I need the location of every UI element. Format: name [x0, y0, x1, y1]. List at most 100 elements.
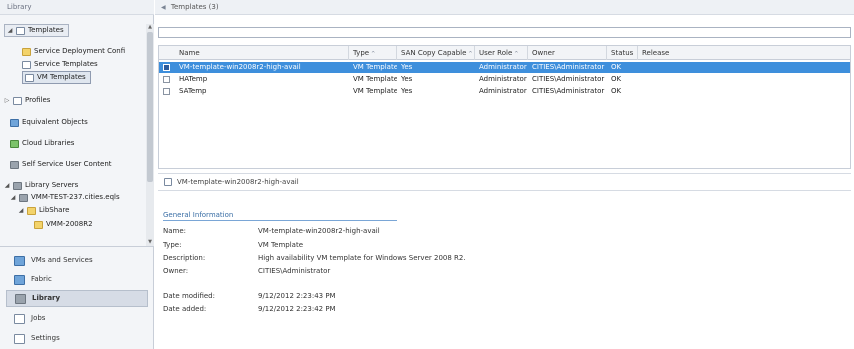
tree-item-label: VMM-TEST-237.cities.eqls	[31, 193, 120, 201]
sort-arrow-icon: ^	[514, 51, 519, 57]
library-servers-icon	[13, 181, 22, 190]
column-header-status[interactable]: Status	[607, 46, 638, 60]
scroll-down-icon[interactable]: ▼	[146, 239, 154, 246]
cell-name: SATemp	[179, 87, 207, 95]
vm-template-icon	[25, 73, 34, 82]
cell-release	[638, 86, 850, 97]
table-row[interactable]: SATemp VM Template Yes Administrator CIT…	[159, 86, 850, 97]
tree-item-label: Cloud Libraries	[22, 139, 75, 147]
value-name: VM-template-win2008r2-high-avail	[258, 227, 380, 235]
value-type: VM Template	[258, 241, 303, 249]
value-description: High availability VM template for Window…	[258, 254, 466, 262]
library-pane-header: Library	[0, 0, 154, 15]
details-pane-title: VM-template-win2008r2-high-avail	[158, 173, 851, 191]
cell-san-copy-capable: Yes	[401, 87, 413, 95]
library-icon	[15, 293, 26, 304]
results-pane: ◀ Templates (3) Name Type ^ SAN Copy Capa…	[155, 0, 854, 349]
sort-arrow-icon: ^	[468, 51, 473, 57]
cloud-library-icon	[10, 139, 19, 148]
vm-template-icon	[163, 64, 170, 71]
cell-name: HATemp	[179, 75, 208, 83]
server-icon	[19, 193, 28, 202]
tree-item-vmm-server[interactable]: ◢ VMM-TEST-237.cities.eqls	[10, 191, 120, 204]
tree-item-service-templates[interactable]: Service Templates	[22, 58, 98, 71]
nav-label: VMs and Services	[31, 256, 93, 264]
nav-settings[interactable]: Settings	[6, 330, 148, 347]
tree-item-label: Self Service User Content	[22, 160, 112, 168]
label-name: Name:	[163, 227, 187, 235]
value-date-added: 9/12/2012 2:23:42 PM	[258, 305, 336, 313]
nav-label: Fabric	[31, 275, 52, 283]
share-folder-icon	[27, 206, 36, 215]
tree-item-label: Profiles	[25, 96, 51, 104]
tree-item-equivalent-objects[interactable]: Equivalent Objects	[10, 116, 88, 129]
nav-jobs[interactable]: Jobs	[6, 310, 148, 327]
cell-user-role: Administrator	[479, 63, 527, 71]
label-owner: Owner:	[163, 267, 189, 275]
column-header-type[interactable]: Type ^	[349, 46, 397, 60]
column-header-user-role[interactable]: User Role ^	[475, 46, 528, 60]
cell-release	[638, 74, 850, 85]
table-row[interactable]: HATemp VM Template Yes Administrator CIT…	[159, 74, 850, 85]
nav-label: Jobs	[31, 314, 46, 322]
cell-status: OK	[611, 75, 622, 83]
tree-vertical-scrollbar[interactable]: ▲ ▼	[146, 24, 154, 246]
folder-icon	[34, 220, 43, 229]
settings-icon	[14, 333, 25, 344]
search-input[interactable]	[159, 28, 850, 37]
tree-item-label: LibShare	[39, 206, 70, 214]
cell-status: OK	[611, 63, 622, 71]
column-header-san-copy-capable[interactable]: SAN Copy Capable ^	[397, 46, 475, 60]
cell-type: VM Template	[353, 63, 397, 71]
collapse-arrow-icon[interactable]: ◢	[18, 204, 24, 217]
nav-label: Library	[32, 294, 61, 302]
table-row[interactable]: VM-template-win2008r2-high-avail VM Temp…	[159, 62, 850, 73]
self-service-content-icon	[10, 160, 19, 169]
tree-item-cloud-libraries[interactable]: Cloud Libraries	[10, 137, 74, 150]
cell-owner: CITIES\Administrator	[532, 87, 605, 95]
breadcrumb-arrow-icon[interactable]: ◀	[161, 4, 166, 11]
cell-name: VM-template-win2008r2-high-avail	[179, 63, 301, 71]
service-template-icon	[22, 60, 31, 69]
tree-item-vmm-folder[interactable]: VMM-2008R2	[34, 218, 93, 231]
fabric-icon	[14, 274, 25, 285]
vms-and-services-icon	[14, 255, 25, 266]
cell-owner: CITIES\Administrator	[532, 63, 605, 71]
nav-vms-and-services[interactable]: VMs and Services	[6, 252, 148, 269]
cell-release	[638, 62, 850, 73]
tree-item-profiles[interactable]: ▷ Profiles	[4, 94, 50, 107]
cell-san-copy-capable: Yes	[401, 75, 413, 83]
collapse-arrow-icon[interactable]: ◢	[10, 191, 16, 204]
tree-item-libshare[interactable]: ◢ LibShare	[18, 204, 70, 217]
scroll-up-icon[interactable]: ▲	[146, 24, 154, 31]
nav-fabric[interactable]: Fabric	[6, 271, 148, 288]
tree-item-label: Templates	[28, 26, 64, 34]
label-description: Description:	[163, 254, 206, 262]
templates-grid: Name Type ^ SAN Copy Capable ^ User Role ^ …	[158, 45, 851, 169]
column-header-release[interactable]: Release	[638, 46, 850, 60]
cell-user-role: Administrator	[479, 75, 527, 83]
workspace-nav: VMs and Services Fabric Library Jobs Set…	[0, 246, 154, 349]
nav-library[interactable]: Library	[6, 290, 148, 307]
value-date-modified: 9/12/2012 2:23:43 PM	[258, 292, 336, 300]
scrollbar-thumb[interactable]	[147, 32, 153, 182]
column-header-owner[interactable]: Owner	[528, 46, 607, 60]
tree-item-service-deployment-configs[interactable]: Service Deployment Confi	[22, 45, 125, 58]
tree-item-templates[interactable]: ◢ Templates	[4, 24, 69, 37]
tree-item-self-service-user-content[interactable]: Self Service User Content	[10, 158, 112, 171]
column-header-name[interactable]: Name	[175, 46, 349, 60]
vm-template-icon	[164, 178, 172, 186]
collapse-arrow-icon[interactable]: ◢	[7, 24, 13, 37]
cell-type: VM Template	[353, 75, 397, 83]
cell-type: VM Template	[353, 87, 397, 95]
nav-label: Settings	[31, 334, 60, 342]
tree-item-label: Service Templates	[34, 60, 98, 68]
label-date-added: Date added:	[163, 305, 207, 313]
expand-arrow-icon[interactable]: ▷	[4, 94, 10, 107]
search-box[interactable]	[158, 27, 851, 38]
label-type: Type:	[163, 241, 182, 249]
tree-item-vm-templates[interactable]: VM Templates	[22, 71, 91, 84]
cell-san-copy-capable: Yes	[401, 63, 413, 71]
profiles-icon	[13, 96, 22, 105]
tree-item-label: Service Deployment Confi	[34, 47, 126, 55]
